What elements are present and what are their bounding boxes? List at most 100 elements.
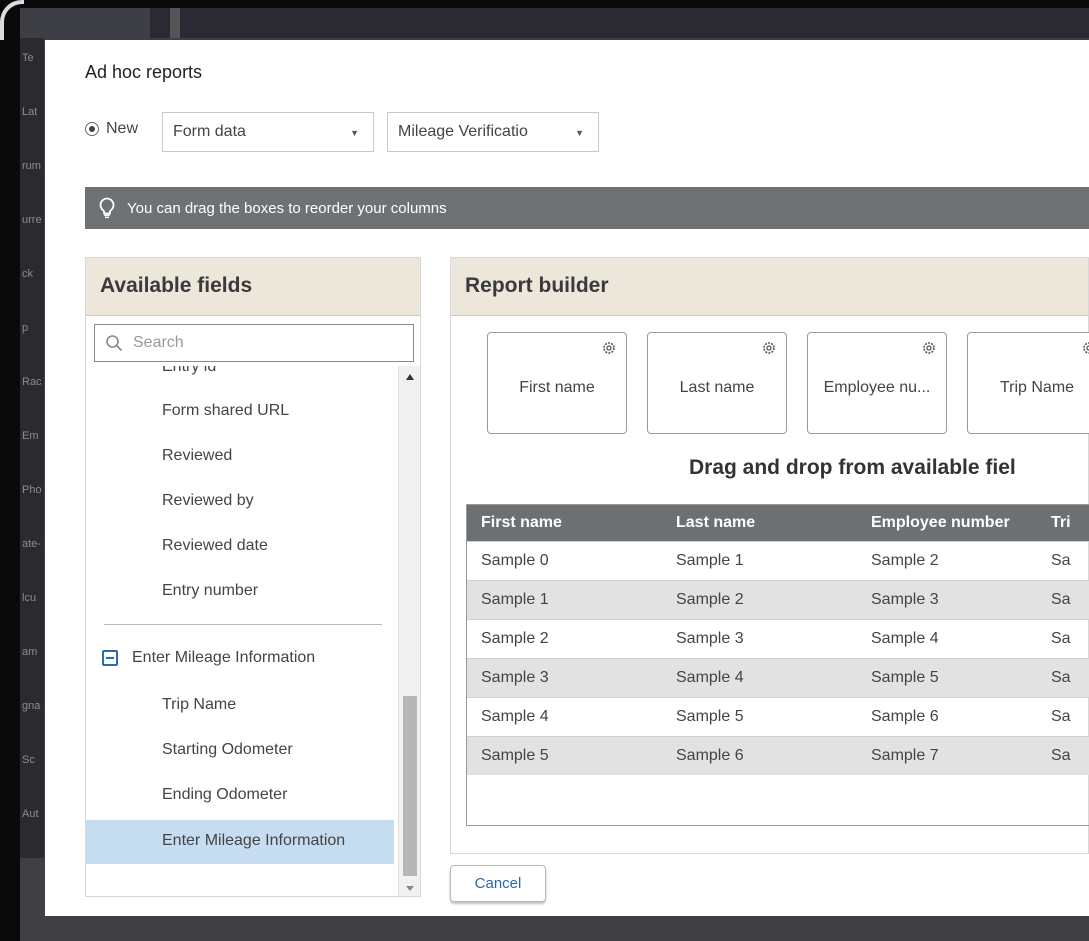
background-sidebar-item: Lat	[22, 106, 38, 118]
table-cell: Sample 5	[857, 657, 1037, 697]
field-group-label: Enter Mileage Information	[132, 649, 316, 666]
cancel-button[interactable]: Cancel	[450, 865, 546, 902]
tip-banner: You can drag the boxes to reorder your c…	[85, 187, 1089, 229]
field-item[interactable]: Trip Name	[162, 696, 236, 714]
table-cell: Sample 4	[857, 618, 1037, 658]
table-header-cell: Employee number	[857, 505, 1037, 541]
table-cell: Sample 2	[857, 540, 1037, 580]
new-radio-label: New	[106, 120, 139, 137]
column-box[interactable]: Employee nu...	[807, 332, 947, 434]
gear-icon[interactable]	[602, 341, 616, 355]
table-cell: Sample 5	[467, 735, 662, 775]
background-sidebar-item: Aut	[22, 808, 39, 820]
table-header-cell: Last name	[662, 505, 857, 541]
background-sidebar-item: lcu	[22, 592, 37, 604]
table-cell: Sa	[1037, 579, 1089, 619]
background-sidebar: Te Lat rum urre ck p Rac Em Pho ate- lcu…	[20, 38, 44, 858]
column-box-label: Employee nu...	[823, 379, 931, 396]
table-header-cell: First name	[467, 505, 662, 541]
table-row: Sample 3 Sample 4 Sample 5 Sa	[467, 657, 1089, 697]
background-sidebar-item: gna	[22, 700, 41, 712]
background-topbar-divider	[170, 8, 180, 38]
table-row: Sample 2 Sample 3 Sample 4 Sa	[467, 618, 1089, 658]
field-item[interactable]: Form shared URL	[162, 402, 289, 420]
background-sidebar-item: urre	[22, 214, 42, 226]
background-sidebar-item: Rac	[22, 376, 42, 388]
table-cell: Sample 1	[467, 579, 662, 619]
form-select-value: Mileage Verificatio	[398, 123, 528, 140]
gear-icon[interactable]	[922, 341, 936, 355]
chevron-down-icon: ▼	[350, 128, 359, 138]
table-row: Sample 1 Sample 2 Sample 3 Sa	[467, 579, 1089, 619]
chevron-down-icon: ▼	[575, 128, 584, 138]
field-item[interactable]: Starting Odometer	[162, 741, 293, 759]
table-cell: Sample 3	[467, 657, 662, 697]
field-item[interactable]: Entry id	[162, 366, 216, 376]
column-box[interactable]: Trip Name	[967, 332, 1089, 434]
search-input[interactable]: Search	[94, 324, 414, 362]
scroll-down-icon[interactable]	[406, 886, 414, 891]
dialog-title: Ad hoc reports	[85, 62, 203, 82]
column-box-label: Trip Name	[999, 379, 1075, 396]
field-list-scrollbar[interactable]	[398, 366, 420, 896]
gear-icon[interactable]	[762, 341, 776, 355]
column-box[interactable]: Last name	[647, 332, 787, 434]
report-type-select[interactable]: Form data ▼	[162, 112, 374, 152]
background-sidebar-item: rum	[22, 160, 41, 172]
drag-drop-message: Drag and drop from available fiel	[689, 456, 1016, 479]
report-builder-header: Report builder	[451, 258, 1088, 316]
field-item[interactable]: Reviewed	[162, 447, 232, 465]
table-row: Sample 4 Sample 5 Sample 6 Sa	[467, 696, 1089, 736]
lightbulb-icon	[99, 197, 115, 219]
search-icon	[106, 335, 123, 352]
table-cell: Sample 2	[467, 618, 662, 658]
field-item-selected[interactable]: Enter Mileage Information	[86, 820, 394, 864]
table-cell: Sample 4	[662, 657, 857, 697]
table-cell: Sample 0	[467, 540, 662, 580]
field-list: Entry id Form shared URL Reviewed Review…	[86, 366, 398, 896]
available-fields-header: Available fields	[86, 258, 420, 316]
background-sidebar-item: Te	[22, 52, 34, 64]
table-cell: Sample 1	[662, 540, 857, 580]
table-cell: Sample 6	[662, 735, 857, 775]
report-type-value: Form data	[173, 123, 246, 140]
scroll-up-icon[interactable]	[406, 374, 414, 380]
search-placeholder: Search	[133, 334, 184, 351]
column-box-label: Last name	[679, 379, 755, 396]
table-cell: Sa	[1037, 657, 1089, 697]
table-header-cell: Tri	[1037, 505, 1089, 541]
field-item[interactable]: Ending Odometer	[162, 786, 287, 804]
form-select[interactable]: Mileage Verificatio ▼	[387, 112, 599, 152]
new-radio-button[interactable]	[85, 122, 99, 136]
table-cell: Sample 2	[662, 579, 857, 619]
table-row: Sample 0 Sample 1 Sample 2 Sa	[467, 540, 1089, 580]
table-cell: Sa	[1037, 618, 1089, 658]
background-topbar-block	[20, 8, 150, 38]
table-header-row: First name Last name Employee number Tri	[467, 505, 1089, 541]
field-item[interactable]: Reviewed date	[162, 537, 268, 555]
preview-table: First name Last name Employee number Tri…	[466, 504, 1089, 826]
table-row: Sample 5 Sample 6 Sample 7 Sa	[467, 735, 1089, 775]
table-cell: Sample 6	[857, 696, 1037, 736]
field-item[interactable]: Entry number	[162, 582, 258, 600]
background-sidebar-item: Sc	[22, 754, 35, 766]
field-group-toggle[interactable]: Enter Mileage Information	[102, 649, 315, 667]
available-fields-panel: Available fields Search Entry id Form sh…	[85, 257, 421, 897]
report-builder-panel: Report builder First name Last name Empl…	[450, 257, 1089, 854]
table-cell: Sample 3	[857, 579, 1037, 619]
table-cell: Sample 7	[857, 735, 1037, 775]
gear-icon[interactable]	[1082, 341, 1089, 355]
collapse-icon[interactable]	[102, 650, 118, 666]
column-box[interactable]: First name	[487, 332, 627, 434]
new-radio-option[interactable]: New	[85, 120, 138, 138]
scroll-thumb[interactable]	[403, 696, 417, 876]
field-item[interactable]: Reviewed by	[162, 492, 254, 510]
table-cell: Sa	[1037, 696, 1089, 736]
field-divider	[104, 624, 382, 625]
background-sidebar-item: ck	[22, 268, 33, 280]
background-sidebar-item: ate-	[22, 538, 41, 550]
monitor-bezel-corner	[0, 0, 24, 40]
background-sidebar-item: Pho	[22, 484, 42, 496]
table-cell: Sample 5	[662, 696, 857, 736]
table-cell: Sample 4	[467, 696, 662, 736]
